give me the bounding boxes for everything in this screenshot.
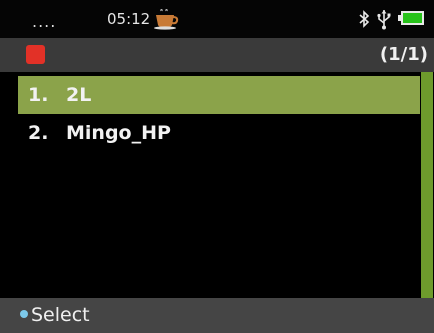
list-item[interactable]: 2. Mingo_HP xyxy=(18,114,420,152)
usb-icon xyxy=(377,10,391,30)
title-bar: (1/1) xyxy=(0,38,434,72)
status-bar: .... 05:12 xyxy=(0,0,434,38)
app-icon xyxy=(26,45,45,64)
list-item-label: Mingo_HP xyxy=(66,122,171,144)
scrollbar[interactable] xyxy=(421,72,433,298)
clock: 05:12 xyxy=(107,10,151,28)
device-list: 1. 2L 2. Mingo_HP xyxy=(0,72,434,298)
page-indicator: (1/1) xyxy=(379,44,428,65)
list-item-number: 1. xyxy=(28,84,49,106)
softkey-dot-icon xyxy=(20,309,28,318)
list-item[interactable]: 1. 2L xyxy=(18,76,420,114)
coffee-cup-icon xyxy=(154,9,179,30)
device-screen: .... 05:12 (1/1) 1. 2L 2. Mingo_HP Selec… xyxy=(0,0,434,333)
bluetooth-icon xyxy=(359,10,370,28)
list-item-number: 2. xyxy=(28,122,49,144)
select-softkey[interactable]: Select xyxy=(20,304,90,326)
list-item-label: 2L xyxy=(66,84,92,106)
battery-icon xyxy=(398,11,424,25)
signal-indicator: .... xyxy=(32,12,57,31)
select-softkey-label: Select xyxy=(31,304,90,326)
softkey-bar: Select xyxy=(0,298,434,333)
